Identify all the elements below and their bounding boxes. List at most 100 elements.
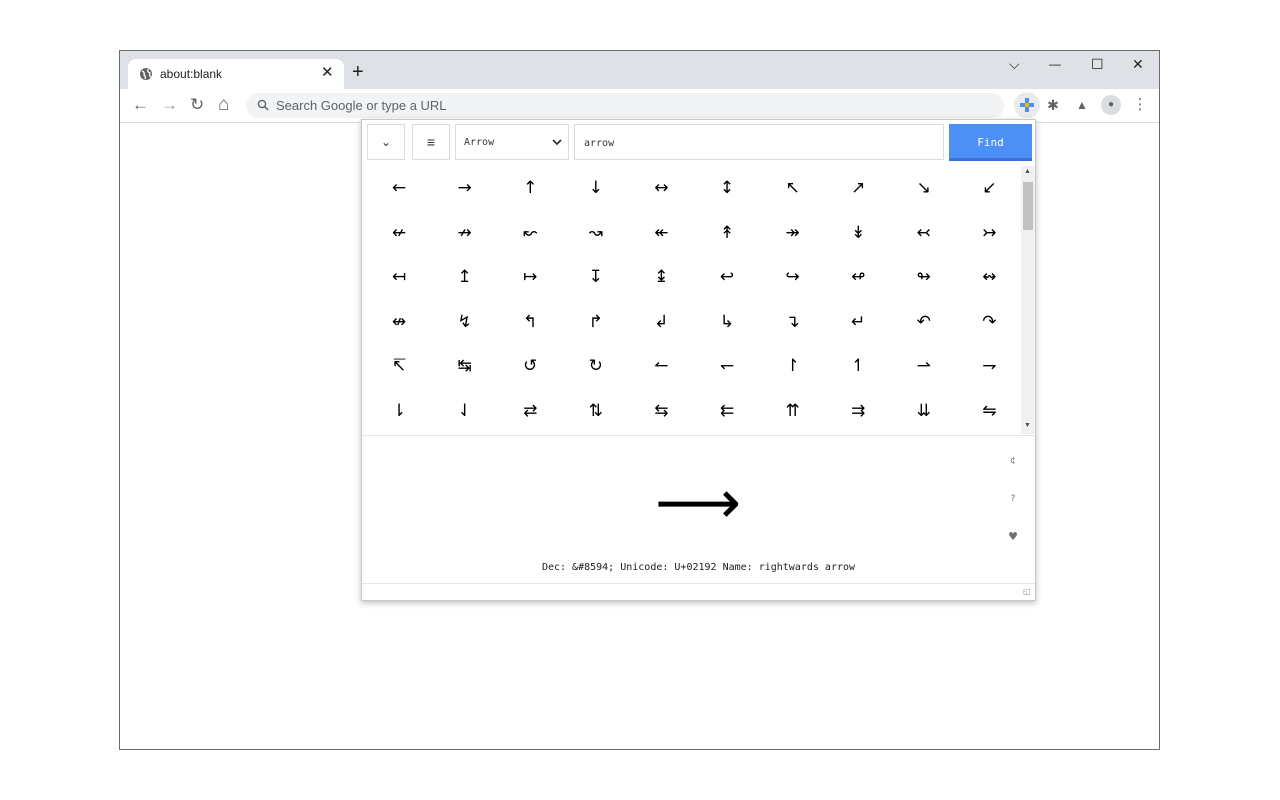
- chrome-menu-icon[interactable]: ⋮: [1130, 95, 1150, 115]
- search-icon: [257, 99, 269, 111]
- symbol-cell[interactable]: ↞: [628, 211, 694, 255]
- symbol-cell[interactable]: ↸: [366, 344, 432, 388]
- symbol-cell[interactable]: ↝: [563, 211, 629, 255]
- scroll-up-arrow-icon[interactable]: ▲: [1024, 168, 1031, 176]
- symbol-cell[interactable]: ←: [366, 166, 432, 210]
- symbol-cell[interactable]: ↢: [891, 211, 957, 255]
- symbol-cell[interactable]: ⇆: [628, 389, 694, 433]
- symbol-cell[interactable]: ↜: [497, 211, 563, 255]
- symbol-cell[interactable]: ↬: [891, 255, 957, 299]
- symbol-cell[interactable]: ⇈: [760, 389, 826, 433]
- character-map-extension-icon: [1020, 98, 1034, 112]
- symbol-cell[interactable]: ↾: [760, 344, 826, 388]
- symbol-cell[interactable]: ↗: [825, 166, 891, 210]
- home-button[interactable]: ⌂: [218, 95, 229, 115]
- symbol-cell[interactable]: ↨: [628, 255, 694, 299]
- symbol-cell[interactable]: ⇂: [366, 389, 432, 433]
- symbol-cell[interactable]: ↡: [825, 211, 891, 255]
- symbol-cell[interactable]: ↽: [694, 344, 760, 388]
- new-tab-button[interactable]: +: [352, 62, 364, 82]
- symbol-cell[interactable]: ↩: [694, 255, 760, 299]
- symbol-cell[interactable]: ⇃: [432, 389, 498, 433]
- symbol-cell[interactable]: ↙: [956, 166, 1022, 210]
- symbol-cell[interactable]: ↲: [628, 300, 694, 344]
- symbol-cell[interactable]: ↮: [366, 300, 432, 344]
- reload-button[interactable]: ↻: [190, 95, 204, 115]
- symbol-cell[interactable]: ↦: [497, 255, 563, 299]
- symbol-cell[interactable]: ↺: [497, 344, 563, 388]
- character-map-popup: ⌄ ≡ Arrow Find ←→↑↓↔↕↖↗↘↙ ↚↛↜↝↞↟↠↡↢↣ ↤↥↦↧↨…: [361, 119, 1036, 601]
- symbol-cell[interactable]: ⇇: [694, 389, 760, 433]
- help-icon[interactable]: ?: [1004, 490, 1022, 508]
- symbol-cell[interactable]: ↵: [825, 300, 891, 344]
- symbol-cell[interactable]: ↷: [956, 300, 1022, 344]
- symbol-cell[interactable]: ↹: [432, 344, 498, 388]
- favorite-heart-icon[interactable]: ♥: [1004, 528, 1022, 546]
- symbol-cell[interactable]: ⇁: [956, 344, 1022, 388]
- symbol-grid-scrollbar[interactable]: ▲ ▼: [1021, 166, 1035, 434]
- tab-search-icon[interactable]: ⌵: [1009, 55, 1020, 73]
- tab-title: about:blank: [160, 67, 223, 81]
- symbol-cell[interactable]: ↤: [366, 255, 432, 299]
- selected-symbol-preview: ⟶: [654, 468, 741, 538]
- close-tab-icon[interactable]: ✕: [321, 64, 334, 82]
- symbol-cell[interactable]: ↼: [628, 344, 694, 388]
- symbol-cell[interactable]: ↰: [497, 300, 563, 344]
- category-select[interactable]: Arrow: [455, 124, 569, 160]
- find-button[interactable]: Find: [949, 124, 1032, 161]
- symbol-cell[interactable]: ↭: [956, 255, 1022, 299]
- omnibox-input[interactable]: [276, 96, 876, 115]
- popup-footer-divider: [362, 583, 1035, 584]
- symbol-search-box[interactable]: [574, 124, 944, 160]
- symbol-info-text: Dec: &#8594; Unicode: U+02192 Name: righ…: [541, 562, 856, 573]
- puzzle-icon[interactable]: ✱: [1043, 95, 1063, 115]
- symbol-cell[interactable]: ↥: [432, 255, 498, 299]
- minimize-button[interactable]: —: [1049, 55, 1061, 73]
- symbol-cell[interactable]: ↻: [563, 344, 629, 388]
- symbol-cell[interactable]: ⇉: [825, 389, 891, 433]
- resize-handle-icon[interactable]: ◱: [1023, 587, 1031, 596]
- symbol-cell[interactable]: ↚: [366, 211, 432, 255]
- symbol-cell[interactable]: ↱: [563, 300, 629, 344]
- menu-button[interactable]: ≡: [412, 124, 450, 160]
- symbol-cell[interactable]: ↫: [825, 255, 891, 299]
- symbol-cell[interactable]: ↪: [760, 255, 826, 299]
- active-extension-button[interactable]: [1014, 92, 1040, 118]
- scroll-down-arrow-icon[interactable]: ▼: [1024, 422, 1031, 430]
- tab-about-blank[interactable]: about:blank ✕: [128, 59, 344, 89]
- symbol-cell[interactable]: ↔: [628, 166, 694, 210]
- symbol-cell[interactable]: ↴: [760, 300, 826, 344]
- copy-icon[interactable]: ¢: [1004, 452, 1022, 470]
- symbol-cell[interactable]: ↠: [760, 211, 826, 255]
- symbol-cell[interactable]: ↖: [760, 166, 826, 210]
- collapse-button[interactable]: ⌄: [367, 124, 405, 160]
- symbol-cell[interactable]: ↓: [563, 166, 629, 210]
- symbol-cell[interactable]: ↟: [694, 211, 760, 255]
- symbol-search-input[interactable]: [584, 136, 924, 150]
- symbol-cell[interactable]: ↣: [956, 211, 1022, 255]
- symbol-cell[interactable]: ↑: [497, 166, 563, 210]
- symbol-cell[interactable]: ⇄: [497, 389, 563, 433]
- symbol-cell[interactable]: ↶: [891, 300, 957, 344]
- symbol-cell[interactable]: ⇊: [891, 389, 957, 433]
- symbol-cell[interactable]: ↕: [694, 166, 760, 210]
- chevron-down-icon: [552, 139, 562, 146]
- profile-avatar-icon[interactable]: ●: [1101, 95, 1121, 115]
- omnibox[interactable]: [246, 93, 1004, 118]
- symbol-cell[interactable]: ↳: [694, 300, 760, 344]
- close-window-button[interactable]: ✕: [1132, 55, 1144, 73]
- symbol-cell[interactable]: ⇋: [956, 389, 1022, 433]
- scrollbar-thumb[interactable]: [1023, 182, 1033, 230]
- symbol-cell[interactable]: ↿: [825, 344, 891, 388]
- symbol-cell[interactable]: →: [432, 166, 498, 210]
- symbol-cell[interactable]: ⇀: [891, 344, 957, 388]
- forward-button[interactable]: →: [161, 95, 178, 115]
- maximize-button[interactable]: ☐: [1091, 55, 1104, 73]
- symbol-cell[interactable]: ↯: [432, 300, 498, 344]
- symbol-cell[interactable]: ⇅: [563, 389, 629, 433]
- symbol-cell[interactable]: ↘: [891, 166, 957, 210]
- symbol-cell[interactable]: ↧: [563, 255, 629, 299]
- symbol-cell[interactable]: ↛: [432, 211, 498, 255]
- labs-flask-icon[interactable]: ▲: [1072, 95, 1092, 115]
- back-button[interactable]: ←: [132, 95, 149, 115]
